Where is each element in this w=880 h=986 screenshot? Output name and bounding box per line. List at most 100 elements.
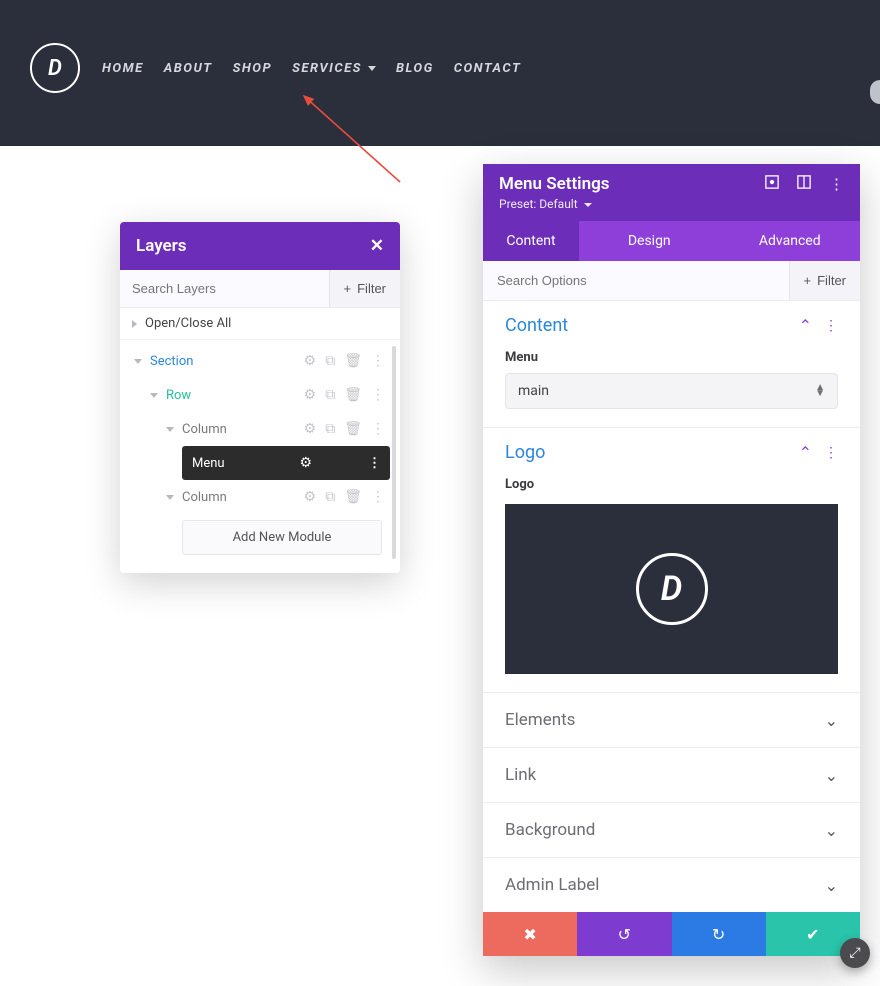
edge-handle[interactable] xyxy=(870,80,880,104)
tab-design[interactable]: Design xyxy=(579,221,720,261)
duplicate-icon[interactable]: ⧉ xyxy=(325,489,335,505)
accordion-admin-label-label: Admin Label xyxy=(505,875,599,895)
expand-icon[interactable] xyxy=(765,175,779,193)
gear-icon[interactable]: ⚙ xyxy=(304,421,317,437)
settings-header-icons: ⋮ xyxy=(765,175,844,193)
menu-select[interactable]: main ▲▼ xyxy=(505,373,838,409)
tree-column-label: Column xyxy=(182,422,227,437)
nav-blog[interactable]: BLOG xyxy=(396,61,434,76)
tree-column-actions: ⚙ ⧉ 🗑 ⋮ xyxy=(304,421,392,437)
expand-fab[interactable]: ⤢ xyxy=(840,938,870,968)
trash-icon[interactable]: 🗑 xyxy=(344,421,362,437)
layers-panel: Layers ✕ + Filter Open/Close All Section… xyxy=(120,222,400,573)
site-logo-glyph: D xyxy=(48,56,62,81)
duplicate-icon[interactable]: ⧉ xyxy=(325,421,335,437)
settings-tabs: Content Design Advanced xyxy=(483,221,860,261)
nav-contact[interactable]: CONTACT xyxy=(454,61,522,76)
menu-settings-panel: Menu Settings ⋮ Preset: Default Content … xyxy=(483,164,860,956)
redo-button[interactable]: ↻ xyxy=(672,912,766,956)
plus-icon: + xyxy=(804,273,812,288)
undo-button[interactable]: ↺ xyxy=(577,912,671,956)
kebab-icon[interactable]: ⋮ xyxy=(371,421,385,437)
nav-services[interactable]: SERVICES xyxy=(292,61,376,76)
settings-header: Menu Settings ⋮ Preset: Default xyxy=(483,164,860,221)
trash-icon[interactable]: 🗑 xyxy=(344,387,362,403)
gear-icon[interactable]: ⚙ xyxy=(304,489,317,505)
tree-column-2[interactable]: Column ⚙ ⧉ 🗑 ⋮ xyxy=(128,480,392,514)
caret-down-icon xyxy=(584,203,592,207)
gear-icon[interactable]: ⚙ xyxy=(304,353,317,369)
chevron-down-icon: ⌄ xyxy=(825,876,838,895)
tree-row[interactable]: Row ⚙ ⧉ 🗑 ⋮ xyxy=(128,378,392,412)
tree-menu-module[interactable]: Menu ⚙ ⋮ xyxy=(182,446,390,480)
accordion-link[interactable]: Link ⌄ xyxy=(483,747,860,802)
caret-right-icon xyxy=(132,320,137,328)
layers-search-row: + Filter xyxy=(120,270,400,308)
tree-section[interactable]: Section ⚙ ⧉ 🗑 ⋮ xyxy=(128,344,392,378)
open-close-all-label: Open/Close All xyxy=(145,316,231,331)
chevron-down-icon xyxy=(368,66,376,71)
plus-icon: + xyxy=(344,281,352,296)
add-new-module-button[interactable]: Add New Module xyxy=(182,520,382,555)
site-logo[interactable]: D xyxy=(30,43,80,93)
kebab-icon[interactable]: ⋮ xyxy=(371,353,385,369)
preset-label: Preset: Default xyxy=(499,197,578,211)
layers-tree: Section ⚙ ⧉ 🗑 ⋮ Row ⚙ ⧉ 🗑 ⋮ Column xyxy=(120,340,400,573)
cancel-button[interactable]: ✖ xyxy=(483,912,577,956)
nav-shop[interactable]: SHOP xyxy=(233,61,273,76)
kebab-icon[interactable]: ⋮ xyxy=(371,387,385,403)
gear-icon[interactable]: ⚙ xyxy=(304,387,317,403)
tree-column-1[interactable]: Column ⚙ ⧉ 🗑 ⋮ xyxy=(128,412,392,446)
caret-down-icon xyxy=(166,427,174,432)
logo-preview-glyph: D xyxy=(661,569,682,609)
duplicate-icon[interactable]: ⧉ xyxy=(325,387,335,403)
tree-column-actions: ⚙ ⧉ 🗑 ⋮ xyxy=(304,489,392,505)
nav-about[interactable]: ABOUT xyxy=(164,61,213,76)
tree-section-actions: ⚙ ⧉ 🗑 ⋮ xyxy=(304,353,392,369)
logo-section-toggle[interactable]: Logo ⌃ ⋮ xyxy=(505,442,838,463)
nav-home[interactable]: HOME xyxy=(102,61,144,76)
trash-icon[interactable]: 🗑 xyxy=(344,489,362,505)
tree-row-actions: ⚙ ⧉ 🗑 ⋮ xyxy=(304,387,392,403)
duplicate-icon[interactable]: ⧉ xyxy=(325,353,335,369)
tab-advanced[interactable]: Advanced xyxy=(720,221,861,261)
tree-menu-label: Menu xyxy=(192,456,225,471)
accordion-elements[interactable]: Elements ⌄ xyxy=(483,692,860,747)
close-icon[interactable]: ✕ xyxy=(370,236,384,256)
open-close-all[interactable]: Open/Close All xyxy=(120,308,400,340)
accordion-background-label: Background xyxy=(505,820,595,840)
tree-row-label: Row xyxy=(166,388,191,403)
kebab-icon[interactable]: ⋮ xyxy=(371,489,385,505)
kebab-icon[interactable]: ⋮ xyxy=(829,175,844,193)
layers-title: Layers xyxy=(136,236,187,256)
gear-icon[interactable]: ⚙ xyxy=(299,455,312,471)
content-section-toggle[interactable]: Content ⌃ ⋮ xyxy=(505,315,838,336)
settings-search-input[interactable] xyxy=(483,261,789,300)
accordion-elements-label: Elements xyxy=(505,710,575,730)
layers-filter-button[interactable]: + Filter xyxy=(329,270,400,307)
accordion-admin-label[interactable]: Admin Label ⌄ xyxy=(483,857,860,912)
settings-search-row: + Filter xyxy=(483,261,860,301)
chevron-up-icon: ⌃ xyxy=(799,443,812,462)
settings-title: Menu Settings xyxy=(499,174,610,194)
layers-filter-label: Filter xyxy=(357,281,386,296)
settings-filter-button[interactable]: + Filter xyxy=(789,261,860,300)
preset-selector[interactable]: Preset: Default xyxy=(499,197,844,211)
nav-links: HOME ABOUT SHOP SERVICES BLOG CONTACT xyxy=(102,61,521,76)
layers-search-input[interactable] xyxy=(120,270,329,307)
kebab-icon[interactable]: ⋮ xyxy=(824,445,838,461)
logo-section: Logo ⌃ ⋮ Logo D xyxy=(483,427,860,692)
chevron-down-icon: ⌄ xyxy=(825,766,838,785)
logo-preview[interactable]: D xyxy=(505,504,838,674)
tab-content[interactable]: Content xyxy=(483,221,579,261)
tree-column-label: Column xyxy=(182,490,227,505)
accordion-background[interactable]: Background ⌄ xyxy=(483,802,860,857)
trash-icon[interactable]: 🗑 xyxy=(344,353,362,369)
responsive-icon[interactable] xyxy=(797,175,811,193)
chevron-down-icon: ⌄ xyxy=(825,711,838,730)
kebab-icon[interactable]: ⋮ xyxy=(368,456,380,471)
accordion-link-label: Link xyxy=(505,765,536,785)
logo-heading: Logo xyxy=(505,442,545,463)
caret-down-icon xyxy=(166,495,174,500)
kebab-icon[interactable]: ⋮ xyxy=(824,318,838,334)
